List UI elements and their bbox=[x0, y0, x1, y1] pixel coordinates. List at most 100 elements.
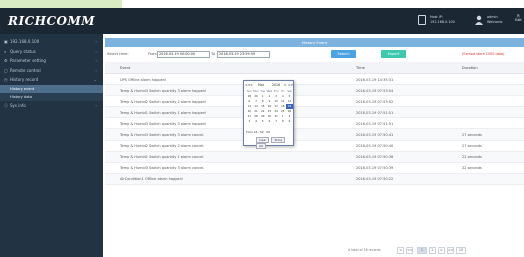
store-limit-note: (Exmod store 1000 data) bbox=[462, 52, 505, 56]
main-content: History Event Select time: From 2016-03-… bbox=[103, 34, 524, 257]
exit-label: Exit bbox=[515, 18, 522, 22]
user-welcome: Welcome bbox=[487, 20, 503, 24]
calendar-grid: Sun Mon Tue Wed Thu Fri Sat 28 29 1 2 3 4 5 67… bbox=[246, 89, 293, 124]
cell-time: 2016-03-19 07:50:22 bbox=[356, 177, 394, 182]
column-header-duration: Duration bbox=[462, 66, 478, 70]
column-header-time: Time bbox=[356, 66, 365, 70]
cell-duration: 22 seconds bbox=[462, 166, 482, 171]
cell-event: Temp & Humid1 Switch quantity 1 alarm ha… bbox=[120, 110, 207, 115]
table-row: Temp & Humid3 Switch quantity 3 alarm ha… bbox=[105, 85, 524, 97]
sidebar-item-label: Query status bbox=[10, 48, 36, 54]
chevron-right-icon: › bbox=[95, 67, 97, 73]
top-tab-strip bbox=[0, 0, 122, 8]
cell-event: AirCondition1 Offline alarm happen! bbox=[120, 177, 184, 182]
from-date-input[interactable]: 2016-03-19 00:00:00 bbox=[157, 50, 210, 58]
cell-event: Temp & Humid2 Switch quantity 2 alarm ha… bbox=[120, 99, 207, 104]
cell-event: Temp & Humid3 Switch quantity 3 alarm ca… bbox=[120, 132, 205, 137]
table-row: Temp & Humid3 Switch quantity 3 alarm ca… bbox=[105, 163, 524, 174]
table-row: Temp & Humid3 Switch quantity 3 alarm ha… bbox=[105, 118, 524, 130]
year-select[interactable]: 2016 bbox=[272, 83, 280, 87]
sidebar-subitem-history-event[interactable]: History event bbox=[0, 84, 103, 93]
sidebar-item-remote-control[interactable]: ▢ Remote control › bbox=[0, 66, 103, 76]
cell-time: 2016-03-19 07:53:52 bbox=[356, 99, 394, 104]
calendar-day[interactable]: 5 bbox=[259, 119, 266, 124]
cell-time: 2016-03-19 07:50:38 bbox=[356, 155, 394, 160]
chevron-down-icon: ⌄ bbox=[93, 77, 97, 82]
next-year-button[interactable]: >> bbox=[288, 83, 293, 87]
calendar-day[interactable]: 3 bbox=[246, 119, 253, 124]
chevron-right-icon: › bbox=[95, 102, 97, 108]
pagination: A total of 16 records < << 1 2 > >> 10 bbox=[105, 246, 524, 256]
page-first-button[interactable]: << bbox=[406, 247, 413, 254]
sidebar-item-label: Parameter setting bbox=[10, 58, 46, 63]
from-label: From bbox=[148, 52, 157, 56]
calendar-day[interactable]: 6 bbox=[266, 119, 273, 124]
date-picker-actions: Clear TodayOK bbox=[256, 137, 293, 149]
chevron-right-icon: › bbox=[95, 58, 97, 63]
table-row: Temp & Humid1 Switch quantity 1 alarm ha… bbox=[105, 107, 524, 119]
page-2-button[interactable]: 2 bbox=[429, 247, 436, 254]
cell-duration: 27 seconds bbox=[462, 144, 482, 149]
column-header-event: Event bbox=[120, 66, 131, 70]
time-field[interactable]: Time 23 : 59 : 59 bbox=[246, 130, 270, 134]
cell-time: 2016-03-19 07:50:40 bbox=[356, 144, 394, 149]
table-header: Event Time Duration bbox=[105, 62, 524, 74]
page-last-button[interactable]: >> bbox=[447, 247, 454, 254]
page-next-button[interactable]: > bbox=[438, 247, 445, 254]
cell-time: 2016-03-19 07:50:39 bbox=[356, 166, 394, 171]
table-row: Temp & Humid1 Switch quantity 1 alarm ca… bbox=[105, 151, 524, 163]
to-date-input[interactable]: 2016-03-19 23:59:59 bbox=[217, 50, 270, 58]
cell-event: Temp & Humid1 Switch quantity 1 alarm ca… bbox=[120, 155, 205, 160]
cell-time: 2016-03-19 07:51:51 bbox=[356, 110, 394, 115]
exit-button[interactable]: ⎘ Exit bbox=[513, 14, 524, 22]
sidebar: ▣ 192.168.0.100 › ⌕ Query status › ⚙ Paramete… bbox=[0, 34, 103, 257]
table-row: Temp & Humid3 Switch quantity 3 alarm ca… bbox=[105, 129, 524, 141]
page-title: History Event bbox=[105, 38, 524, 47]
cell-event: Temp & Humid3 Switch quantity 3 alarm ha… bbox=[120, 121, 207, 126]
header: RICHCOMM Host IP: 192.168.0.100 admin We… bbox=[0, 8, 524, 34]
pagination-total: A total of 16 records bbox=[348, 248, 381, 252]
ok-button[interactable]: OK bbox=[256, 143, 267, 149]
sidebar-subitem-history-data[interactable]: History data bbox=[0, 92, 103, 101]
export-button[interactable]: Export bbox=[381, 50, 406, 58]
calendar-day[interactable]: 8 bbox=[279, 119, 286, 124]
date-picker-header: << < Mar 2016 > >> bbox=[244, 81, 293, 89]
select-time-label: Select time: bbox=[107, 52, 129, 56]
sidebar-item-query-status[interactable]: ⌕ Query status › bbox=[0, 47, 103, 57]
table-row: Temp & Humid2 Switch quantity 2 alarm ca… bbox=[105, 141, 524, 152]
date-picker-popup: << < Mar 2016 > >> Sun Mon Tue Wed Thu F… bbox=[243, 80, 294, 149]
calendar-day[interactable]: 4 bbox=[253, 119, 260, 124]
today-button[interactable]: Today bbox=[271, 137, 286, 143]
month-select[interactable]: Mar bbox=[258, 83, 264, 87]
user-icon bbox=[475, 15, 483, 25]
sidebar-item-sys-info[interactable]: ⓘ Sys info › bbox=[0, 101, 103, 111]
cell-time: 2016-03-19 07:50:41 bbox=[356, 132, 394, 137]
sidebar-item-label: History record bbox=[10, 77, 39, 82]
sidebar-item-label: 192.168.0.100 bbox=[10, 39, 40, 44]
search-button[interactable]: Search bbox=[331, 50, 356, 58]
page-1-button[interactable]: 1 bbox=[417, 247, 427, 254]
table-row: AirCondition1 Offline alarm happen! 2016-… bbox=[105, 173, 524, 185]
sidebar-item-history-record[interactable]: ◷ History record ⌄ bbox=[0, 75, 103, 85]
cell-duration: 27 seconds bbox=[462, 132, 482, 137]
calendar-day[interactable]: 7 bbox=[273, 119, 280, 124]
sidebar-item-label: Sys info bbox=[10, 102, 26, 108]
chevron-right-icon: › bbox=[95, 48, 97, 54]
time-value[interactable]: 23 : 59 : 59 bbox=[254, 130, 270, 134]
table-row: UPS Offline alarm happen! 2016-03-19 14:3… bbox=[105, 74, 524, 86]
prev-month-button[interactable]: < bbox=[250, 83, 253, 87]
page-size-button[interactable]: 10 bbox=[456, 247, 466, 254]
sidebar-item-label: Remote control bbox=[10, 67, 41, 73]
cell-event: Temp & Humid2 Switch quantity 2 alarm ca… bbox=[120, 144, 205, 149]
app-logo: RICHCOMM bbox=[8, 14, 96, 28]
cell-duration: 22 seconds bbox=[462, 155, 482, 160]
sidebar-item-host[interactable]: ▣ 192.168.0.100 › bbox=[0, 37, 103, 47]
server-icon bbox=[418, 15, 426, 25]
calendar-day[interactable]: 9 bbox=[286, 119, 293, 124]
to-label: To bbox=[211, 52, 215, 56]
next-month-button[interactable]: > bbox=[284, 83, 287, 87]
sidebar-item-parameter-setting[interactable]: ⚙ Parameter setting › bbox=[0, 56, 103, 66]
page-prev-button[interactable]: < bbox=[397, 247, 404, 254]
filter-bar: Select time: From 2016-03-19 00:00:00 To… bbox=[105, 47, 524, 61]
cell-event: UPS Offline alarm happen! bbox=[120, 77, 167, 82]
